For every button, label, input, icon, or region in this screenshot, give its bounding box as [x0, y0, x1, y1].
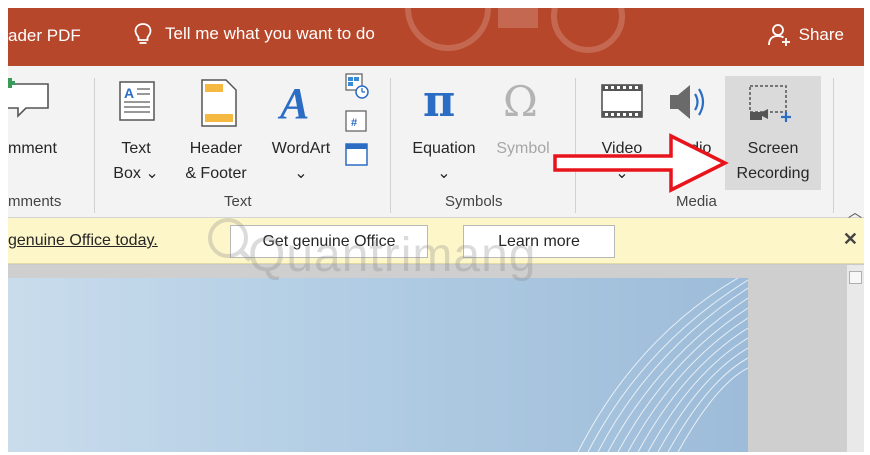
date-time-icon[interactable] — [344, 72, 370, 100]
svg-text:A: A — [277, 79, 309, 126]
screen-recording-label-2: Recording — [736, 165, 810, 182]
group-text-label: Text — [224, 193, 252, 210]
film-icon — [601, 84, 643, 118]
chevron-down-icon: ⌄ — [437, 165, 451, 182]
equation-button[interactable]: Equation ⌄ — [401, 136, 487, 186]
svg-text:#: # — [351, 117, 357, 129]
screen-recording-label-1: Screen — [747, 140, 799, 157]
genuine-office-link[interactable]: genuine Office today. — [8, 232, 158, 250]
group-comments-label: mments — [8, 193, 62, 210]
group-separator — [94, 78, 95, 213]
screen-recording-button[interactable]: Screen Recording — [725, 136, 821, 186]
omega-icon: Ω — [503, 78, 538, 124]
svg-text:π: π — [423, 78, 455, 124]
header-footer-button[interactable]: Header & Footer — [176, 136, 256, 186]
slide-background-swirl — [577, 278, 748, 452]
document-title: ader PDF — [8, 26, 81, 45]
group-separator — [390, 78, 391, 213]
screen-recording-icon — [749, 85, 791, 122]
wordart-button[interactable]: WordArt ⌄ — [260, 136, 342, 186]
text-box-button[interactable]: Text Box ⌄ — [111, 136, 161, 186]
header-footer-label-1: Header — [189, 140, 243, 157]
tell-me-text: Tell me what you want to do — [165, 24, 375, 43]
share-button[interactable]: Share — [767, 22, 844, 48]
symbol-button[interactable]: Symbol — [491, 136, 555, 161]
watermark-text: Quantrimang — [248, 229, 537, 282]
share-label: Share — [798, 25, 844, 44]
text-box-icon: A — [119, 81, 155, 121]
title-bar-decoration — [405, 8, 625, 53]
lightbulb-icon — [134, 23, 152, 44]
pi-icon: π — [423, 78, 455, 124]
close-icon[interactable]: ✕ — [843, 229, 858, 250]
tell-me-search[interactable]: Tell me what you want to do — [133, 22, 375, 46]
text-box-label-2: Box — [113, 165, 141, 182]
svg-text:A: A — [124, 85, 134, 101]
wordart-label: WordArt — [271, 140, 331, 157]
slide-workspace — [8, 265, 864, 452]
object-icon[interactable] — [344, 142, 370, 168]
scroll-up-arrow-icon[interactable] — [849, 271, 862, 284]
chevron-down-icon: ⌄ — [145, 165, 159, 182]
comment-button[interactable]: mment — [8, 136, 57, 161]
header-footer-icon — [201, 79, 237, 127]
slide-number-icon[interactable]: # — [344, 108, 370, 134]
comment-icon — [8, 78, 49, 118]
svg-text:Ω: Ω — [503, 78, 538, 124]
header-footer-label-2: & Footer — [185, 165, 247, 182]
comment-label: mment — [8, 140, 57, 157]
symbol-label: Symbol — [496, 140, 550, 157]
red-arrow-annotation-icon — [553, 133, 729, 193]
chevron-down-icon: ⌄ — [294, 165, 308, 182]
slide-canvas[interactable] — [8, 278, 748, 452]
text-box-label-1: Text — [121, 140, 151, 157]
title-bar: ader PDF Tell me what you want to do Sha… — [8, 8, 864, 66]
person-add-icon — [767, 24, 790, 46]
speaker-icon — [670, 85, 705, 119]
watermark-logo-icon — [208, 218, 252, 262]
wordart-icon: A — [277, 79, 309, 126]
app-window: ader PDF Tell me what you want to do Sha… — [8, 8, 864, 452]
equation-label: Equation — [412, 140, 476, 157]
group-separator — [833, 78, 834, 213]
ribbon: mment mments A Text Box ⌄ Header & Foote… — [8, 66, 864, 220]
group-symbols-label: Symbols — [445, 193, 503, 210]
vertical-scrollbar[interactable] — [846, 265, 864, 452]
